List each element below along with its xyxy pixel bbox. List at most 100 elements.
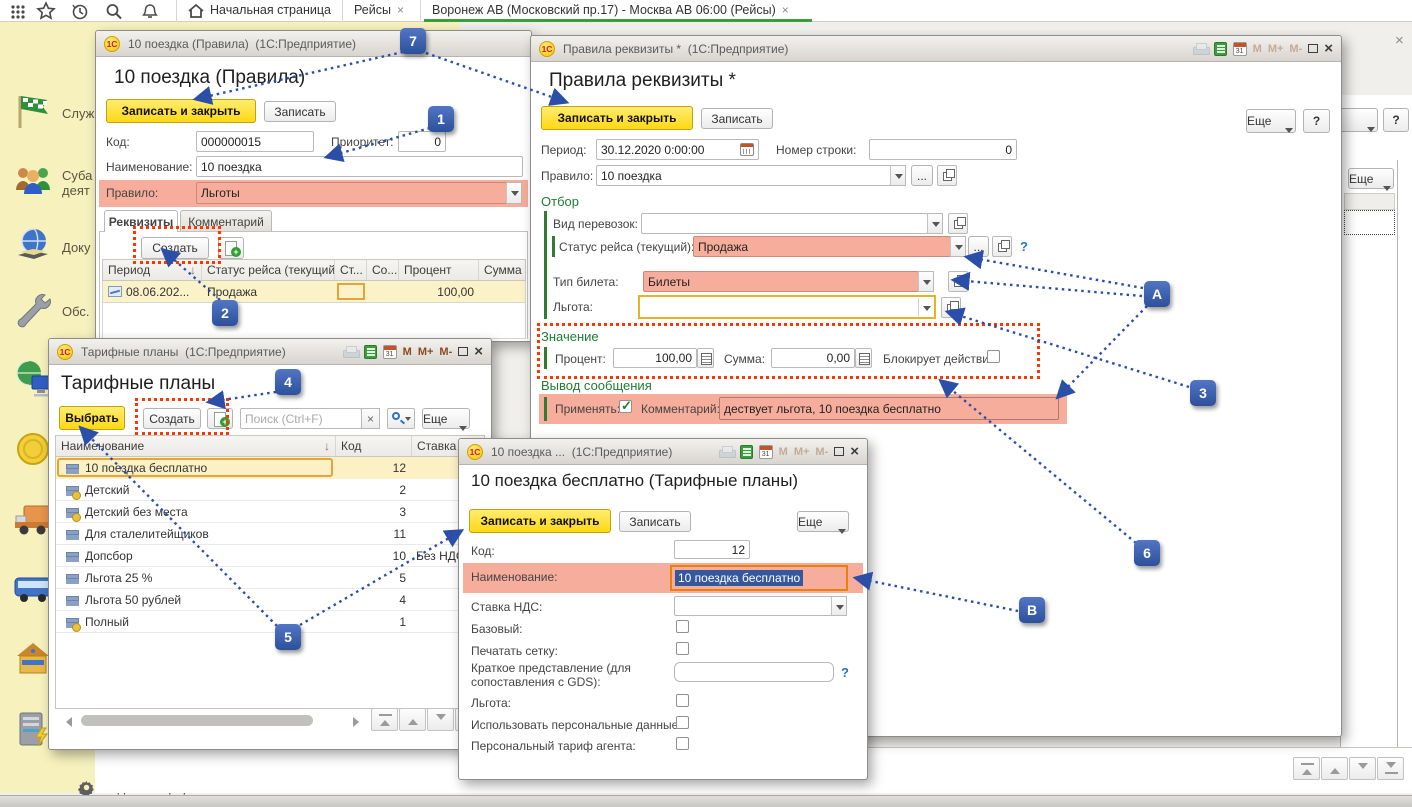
search-icon[interactable]	[104, 1, 124, 21]
memory-button[interactable]: M	[403, 346, 412, 358]
print-grid-checkbox[interactable]	[676, 642, 689, 655]
tab-flights[interactable]: Рейсы×	[354, 0, 404, 22]
bg-more2-button[interactable]: Еще	[1348, 168, 1394, 189]
vat-dropdown-button[interactable]	[831, 596, 847, 616]
sidebar-people-icon[interactable]	[12, 160, 54, 202]
comment-field[interactable]: дествует льгота, 10 поездка бесплатно	[719, 397, 1059, 420]
sidebar-label[interactable]: Обс.	[62, 304, 90, 319]
list-item[interactable]: Допсбор 10 Без НДС	[55, 545, 485, 567]
bg-table-selected-row[interactable]	[1344, 210, 1395, 235]
rule-field[interactable]: 10 поездка	[596, 165, 891, 186]
calendar-picker-icon[interactable]	[740, 143, 754, 156]
notifications-bell-icon[interactable]	[140, 1, 160, 21]
close-icon[interactable]: ×	[474, 347, 483, 357]
save-button[interactable]: Записать	[701, 108, 773, 129]
save-and-close-button[interactable]: Записать и закрыть	[106, 99, 256, 123]
list-item[interactable]: Полный 1	[55, 611, 485, 633]
sidebar-label[interactable]: Доку	[62, 240, 91, 255]
name-field-selected-text[interactable]: 10 поездка бесплатно	[675, 570, 803, 586]
sidebar-label[interactable]: Служ	[62, 106, 94, 121]
table-row[interactable]: 08.06.202... Продажа 100,00	[102, 281, 526, 303]
save-and-close-button[interactable]: Записать и закрыть	[469, 509, 611, 533]
gds-field[interactable]	[674, 662, 834, 682]
calculator-icon[interactable]	[1214, 42, 1227, 56]
rule-field[interactable]: Льготы	[196, 182, 507, 204]
save-button[interactable]: Записать	[619, 511, 691, 532]
priority-field[interactable]: 0	[398, 131, 446, 152]
window-titlebar[interactable]: 1С Правила реквизиты * (1С:Предприятие) …	[531, 36, 1341, 62]
calendar-icon[interactable]: 31	[383, 345, 397, 359]
list-item-selected[interactable]: 10 поездка бесплатно 12	[55, 457, 485, 479]
transport-type-field[interactable]	[641, 213, 928, 234]
go-up-button[interactable]	[399, 708, 426, 731]
code-field[interactable]: 000000015	[196, 131, 314, 152]
sidebar-globe-docs-icon[interactable]	[12, 225, 54, 267]
line-number-field[interactable]: 0	[869, 139, 1017, 160]
transport-dropdown-button[interactable]	[927, 213, 943, 234]
help-button[interactable]: ?	[1303, 109, 1330, 133]
horizontal-scrollbar[interactable]	[61, 713, 361, 729]
scroll-first-button[interactable]	[1293, 757, 1320, 780]
memory-minus-button[interactable]: M-	[1289, 43, 1302, 55]
memory-plus-button[interactable]: M+	[1268, 43, 1284, 55]
window-titlebar[interactable]: 1С 10 поездка (Правила) (1С:Предприятие)	[96, 31, 531, 57]
open-icon[interactable]	[948, 213, 968, 234]
maximize-icon[interactable]	[834, 447, 844, 456]
history-icon[interactable]	[70, 1, 90, 21]
calculator-icon[interactable]	[364, 345, 377, 359]
status-help-icon[interactable]: ?	[1020, 239, 1028, 254]
scroll-left-icon[interactable]	[61, 717, 72, 727]
memory-minus-button[interactable]: M-	[815, 446, 828, 458]
agent-tariff-checkbox[interactable]	[676, 737, 689, 750]
calculator-icon[interactable]	[740, 445, 753, 459]
maximize-icon[interactable]	[458, 347, 468, 356]
base-checkbox[interactable]	[676, 620, 689, 633]
gds-help-icon[interactable]: ?	[841, 665, 849, 680]
tab-home[interactable]: Начальная страница	[210, 0, 331, 22]
personal-data-checkbox[interactable]	[676, 716, 689, 729]
open-icon[interactable]	[941, 297, 961, 318]
close-icon[interactable]: ×	[1324, 44, 1333, 54]
sidebar-wrench-icon[interactable]	[12, 288, 54, 330]
memory-button[interactable]: M	[779, 446, 788, 458]
name-field[interactable]: 10 поездка	[196, 156, 523, 177]
benefit-dropdown-button[interactable]	[918, 298, 934, 316]
tab-close-icon[interactable]: ×	[397, 3, 404, 17]
list-item[interactable]: Для сталелитейщиков 11	[55, 523, 485, 545]
open-icon[interactable]	[992, 236, 1012, 257]
scroll-last-button[interactable]	[1377, 757, 1404, 780]
save-and-close-button[interactable]: Записать и закрыть	[541, 106, 693, 130]
ticket-type-field[interactable]: Билеты	[643, 271, 919, 292]
memory-plus-button[interactable]: M+	[418, 346, 434, 358]
open-icon[interactable]	[937, 165, 957, 186]
search-clear-button[interactable]: ×	[361, 408, 380, 429]
tab-close-icon[interactable]: ×	[782, 3, 789, 17]
calendar-icon[interactable]: 31	[759, 445, 773, 459]
save-button[interactable]: Записать	[264, 101, 336, 122]
calendar-icon[interactable]: 31	[1233, 42, 1247, 56]
ticket-dropdown-button[interactable]	[918, 271, 934, 292]
rule-dropdown-button[interactable]	[890, 165, 906, 186]
add-copy-icon[interactable]	[218, 237, 244, 259]
close-icon[interactable]: ×	[850, 447, 859, 457]
vat-field[interactable]	[674, 596, 832, 616]
scrollbar-thumb[interactable]	[81, 715, 313, 726]
sidebar-label[interactable]: Суба	[62, 168, 92, 183]
row-selected-cell[interactable]	[337, 283, 365, 300]
benefit-checkbox[interactable]	[676, 694, 689, 707]
scroll-down-button[interactable]	[1349, 757, 1376, 780]
home-icon[interactable]	[186, 1, 206, 21]
list-item[interactable]: Детский 2	[55, 479, 485, 501]
flight-status-field[interactable]: Продажа	[693, 236, 951, 257]
choose-button[interactable]: Выбрать	[59, 406, 125, 430]
open-icon[interactable]	[948, 271, 968, 292]
more-button[interactable]: Еще	[797, 511, 849, 532]
status-dropdown-button[interactable]	[950, 236, 966, 257]
favorites-star-icon[interactable]	[36, 1, 56, 21]
panel-close-icon[interactable]: ×	[1395, 32, 1404, 49]
sidebar-flag-icon[interactable]	[12, 90, 54, 132]
window-titlebar[interactable]: 1С Тарифные планы (1С:Предприятие) 31 M …	[49, 339, 491, 365]
print-icon[interactable]	[719, 446, 734, 458]
memory-plus-button[interactable]: M+	[794, 446, 810, 458]
memory-minus-button[interactable]: M-	[439, 346, 452, 358]
